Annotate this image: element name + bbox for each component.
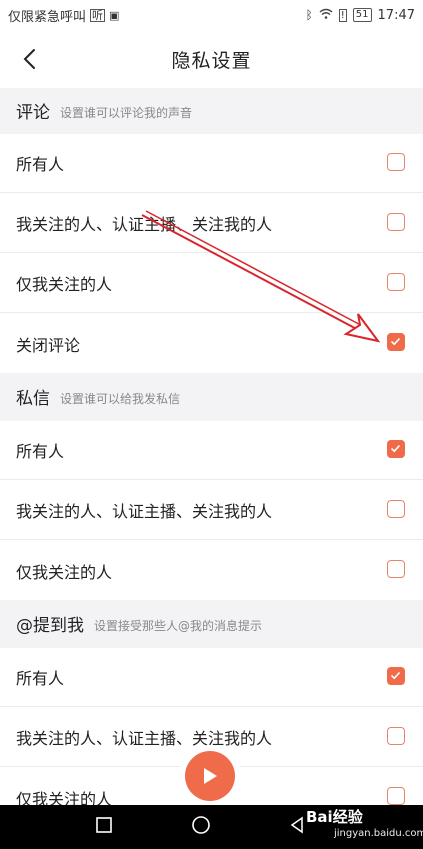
checkbox-checked[interactable]	[387, 333, 405, 351]
check-icon	[390, 671, 401, 680]
checkbox-checked[interactable]	[387, 667, 405, 685]
section-subtitle: 设置谁可以给我发私信	[60, 392, 181, 406]
option-label: 仅我关注的人	[16, 562, 113, 582]
status-bar: 仅限紧急呼叫 听 ▣ ᛒ ! 51 17:47	[0, 0, 423, 30]
option-label: 所有人	[16, 442, 65, 461]
option-mentions-everyone[interactable]: 所有人	[0, 648, 423, 707]
option-label: 仅我关注的人	[16, 275, 113, 294]
play-icon	[204, 768, 217, 784]
option-messages-following-only[interactable]: 仅我关注的人	[0, 541, 423, 600]
hd-call-icon: 听	[90, 8, 106, 22]
baidu-jingyan-watermark: Bai经验 jingyan.baidu.com	[300, 800, 423, 846]
watermark-brand: Bai经验	[306, 808, 363, 826]
section-comments: 评论 设置谁可以评论我的声音	[0, 88, 423, 134]
sim-icon: !	[338, 8, 347, 22]
carrier-text: 仅限紧急呼叫	[8, 9, 87, 25]
option-messages-everyone[interactable]: 所有人	[0, 421, 423, 480]
option-comments-everyone[interactable]: 所有人	[0, 134, 423, 193]
checkbox[interactable]	[387, 560, 405, 578]
notification-icon: ▣	[109, 8, 120, 22]
battery-icon: 51	[352, 8, 372, 22]
watermark-url: jingyan.baidu.com	[334, 828, 423, 839]
section-title: 私信	[16, 389, 50, 409]
section-subtitle: 设置接受那些人@我的消息提示	[94, 619, 263, 633]
bluetooth-icon: ᛒ	[305, 8, 313, 22]
play-button[interactable]	[185, 751, 235, 801]
wifi-icon	[319, 8, 333, 23]
option-comments-disabled[interactable]: 关闭评论	[0, 314, 423, 373]
option-label: 所有人	[16, 155, 65, 174]
checkbox[interactable]	[387, 727, 405, 745]
section-mentions: @提到我 设置接受那些人@我的消息提示	[0, 600, 423, 648]
checkbox[interactable]	[387, 153, 405, 171]
header-bar: 隐私设置	[0, 30, 423, 88]
section-subtitle: 设置谁可以评论我的声音	[60, 106, 193, 120]
checkbox[interactable]	[387, 213, 405, 231]
option-messages-followed-verified[interactable]: 我关注的人、认证主播、关注我的人	[0, 481, 423, 540]
option-label: 我关注的人、认证主播、关注我的人	[16, 729, 273, 748]
clock: 17:47	[377, 7, 415, 23]
option-label: 我关注的人、认证主播、关注我的人	[16, 502, 273, 521]
home-icon[interactable]	[191, 815, 211, 839]
section-title: @提到我	[16, 616, 84, 636]
option-label: 所有人	[16, 669, 65, 688]
page-title: 隐私设置	[171, 49, 252, 72]
option-comments-followed-verified[interactable]: 我关注的人、认证主播、关注我的人	[0, 194, 423, 253]
checkbox-checked[interactable]	[387, 440, 405, 458]
back-arrow-icon[interactable]	[14, 44, 44, 74]
option-label: 我关注的人、认证主播、关注我的人	[16, 215, 273, 234]
option-comments-following-only[interactable]: 仅我关注的人	[0, 254, 423, 313]
section-messages: 私信 设置谁可以给我发私信	[0, 373, 423, 421]
check-icon	[390, 337, 401, 346]
option-label: 关闭评论	[16, 335, 81, 355]
section-title: 评论	[16, 103, 50, 123]
checkbox[interactable]	[387, 273, 405, 291]
checkbox[interactable]	[387, 500, 405, 518]
recent-apps-icon[interactable]	[95, 816, 113, 838]
check-icon	[390, 444, 401, 453]
